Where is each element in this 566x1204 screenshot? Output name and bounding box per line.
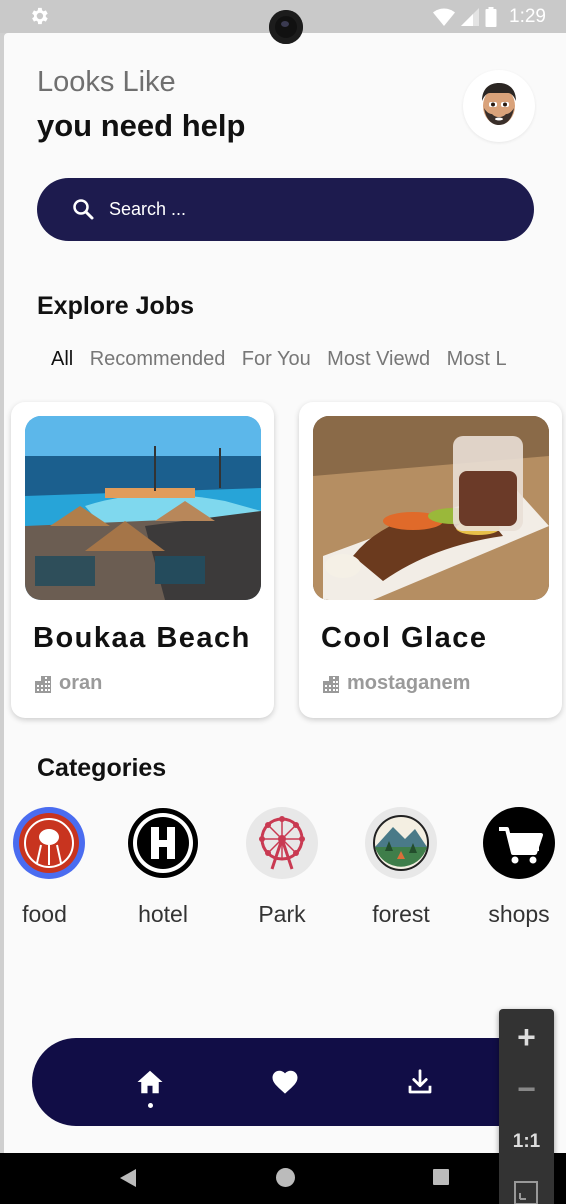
food-icon <box>13 807 85 879</box>
download-icon <box>408 1069 432 1094</box>
recent-apps-icon[interactable] <box>433 1169 449 1185</box>
home-circle-icon[interactable] <box>276 1168 295 1187</box>
explore-jobs-title: Explore Jobs <box>37 292 194 320</box>
hotel-icon <box>127 807 199 879</box>
status-indicators: 1:29 <box>433 4 546 30</box>
settings-gear-icon <box>32 7 48 25</box>
tab-recommended[interactable]: Recommended <box>90 348 226 371</box>
avatar[interactable] <box>463 70 535 142</box>
back-icon[interactable] <box>120 1169 136 1187</box>
tab-for-you[interactable]: For You <box>242 348 311 371</box>
greeting-line2: you need help <box>37 108 246 143</box>
front-camera <box>269 10 303 44</box>
category-food[interactable]: food <box>4 807 97 928</box>
search-bar[interactable]: Search ... <box>37 178 534 241</box>
category-label: forest <box>372 901 430 927</box>
categories-title: Categories <box>37 754 167 782</box>
signal-icon <box>461 8 480 26</box>
building-icon <box>323 675 339 693</box>
nav-favorites[interactable] <box>265 1062 305 1102</box>
forest-icon <box>365 807 437 879</box>
category-shops[interactable]: shops <box>464 807 566 928</box>
category-park[interactable]: Park <box>227 807 337 928</box>
active-indicator <box>148 1103 153 1108</box>
category-label: food <box>22 901 67 927</box>
card-location-text: mostaganem <box>347 672 471 694</box>
zoom-control: + − 1:1 <box>499 1009 554 1204</box>
zoom-in-button[interactable]: + <box>499 1019 554 1056</box>
card-location-text: oran <box>59 672 103 694</box>
nav-home[interactable] <box>130 1062 170 1102</box>
category-label: shops <box>488 901 550 927</box>
heart-icon <box>272 1070 298 1094</box>
category-label: Park <box>258 901 306 927</box>
category-label: hotel <box>138 901 188 927</box>
building-icon <box>35 675 51 693</box>
nav-downloads[interactable] <box>400 1062 440 1102</box>
cart-icon <box>483 807 555 879</box>
explore-tabs: All Recommended For You Most Viewd Most … <box>51 348 535 378</box>
tab-most-liked[interactable]: Most L <box>447 348 507 371</box>
tab-most-viewed[interactable]: Most Viewd <box>327 348 430 371</box>
greeting-line1: Looks Like <box>37 66 176 98</box>
tab-all[interactable]: All <box>51 348 73 371</box>
card-location: mostaganem <box>321 672 470 695</box>
categories-row: food hotel Park forest shops <box>4 807 566 937</box>
category-hotel[interactable]: hotel <box>108 807 218 928</box>
battery-icon <box>485 7 497 27</box>
memoji-avatar-icon <box>482 83 516 125</box>
bottom-nav-bar <box>32 1038 552 1126</box>
fit-screen-icon[interactable] <box>513 1180 539 1204</box>
category-forest[interactable]: forest <box>346 807 456 928</box>
beach-image <box>25 416 261 600</box>
status-time: 1:29 <box>509 6 546 27</box>
zoom-ratio-button[interactable]: 1:1 <box>499 1131 554 1153</box>
search-icon <box>73 199 94 220</box>
card-title: Cool Glace <box>321 622 488 654</box>
job-card[interactable]: Boukaa Beach oran <box>11 402 274 718</box>
ferris-wheel-icon <box>246 807 318 879</box>
system-nav-bar <box>0 1153 566 1204</box>
job-card[interactable]: Cool Glace mostaganem <box>299 402 562 718</box>
search-placeholder: Search ... <box>109 199 187 219</box>
home-icon <box>137 1070 163 1094</box>
card-title: Boukaa Beach <box>33 622 251 654</box>
dessert-image <box>313 416 549 600</box>
app-screen: Looks Like you need help Search ... Expl… <box>4 33 566 1153</box>
card-location: oran <box>33 672 102 695</box>
zoom-out-button[interactable]: − <box>499 1071 554 1108</box>
wifi-icon <box>433 8 456 26</box>
